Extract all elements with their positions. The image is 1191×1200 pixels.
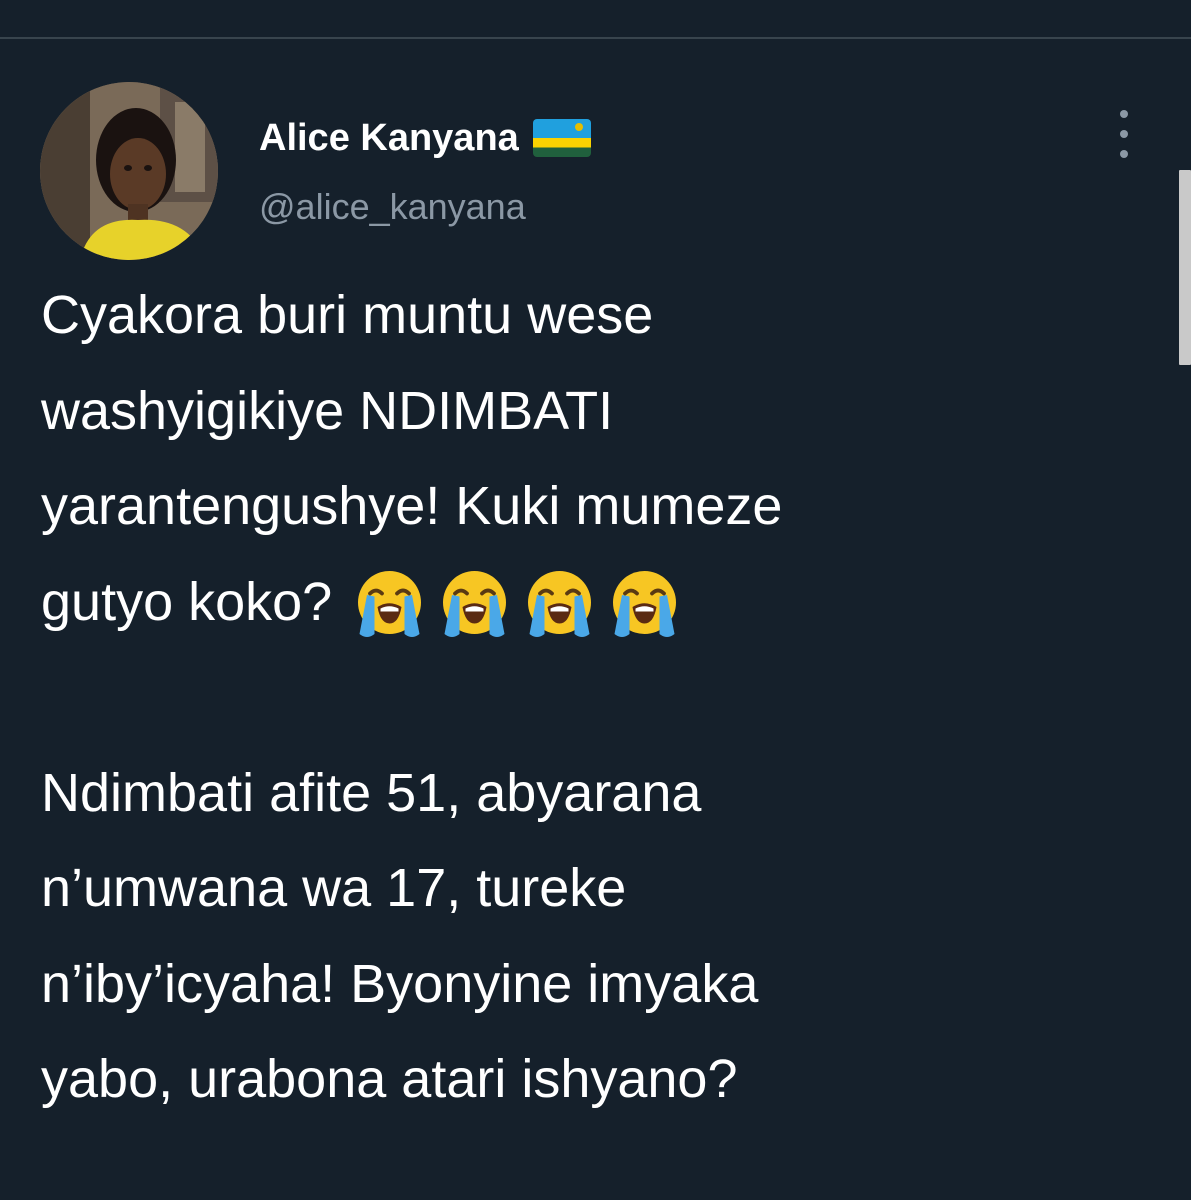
loudly-crying-face-emoji xyxy=(358,570,422,637)
more-options-icon[interactable] xyxy=(1112,110,1136,158)
tweet-text-line: yabo, urabona atari ishyano? xyxy=(41,1049,738,1109)
tweet-text-line: washyigikiye NDIMBATI xyxy=(41,380,614,441)
loudly-crying-face-emoji xyxy=(613,570,677,637)
profile-photo xyxy=(40,82,218,260)
top-divider xyxy=(0,37,1191,39)
tweet-text-line: yarantengushye! Kuki mumeze xyxy=(41,476,783,536)
display-name[interactable]: Alice Kanyana xyxy=(259,117,519,160)
author-row: Alice Kanyana xyxy=(259,112,591,164)
tweet-text: Cyakora buri muntu wese washyigikiye NDI… xyxy=(41,268,1121,1128)
tweet-text-line: n’umwana wa 17, tureke xyxy=(41,858,627,918)
tweet-text-segment: gutyo koko? xyxy=(41,571,333,632)
rwanda-flag-icon xyxy=(532,119,591,157)
avatar[interactable] xyxy=(40,82,218,260)
paragraph-break xyxy=(41,650,1121,746)
tweet-text-line: n’iby’icyaha! Byonyine imyaka xyxy=(41,953,759,1014)
loudly-crying-face-emoji xyxy=(528,570,592,637)
tweet-text-line-with-emoji: gutyo koko? xyxy=(41,555,1121,651)
scrollbar-thumb[interactable] xyxy=(1179,170,1191,365)
loudly-crying-face-emoji xyxy=(443,570,507,637)
author-handle[interactable]: @alice_kanyana xyxy=(259,186,526,228)
tweet-text-line: Ndimbati afite 51, abyarana xyxy=(41,762,702,823)
emoji-group xyxy=(352,565,682,640)
tweet-text-line: Cyakora buri muntu wese xyxy=(41,285,654,345)
